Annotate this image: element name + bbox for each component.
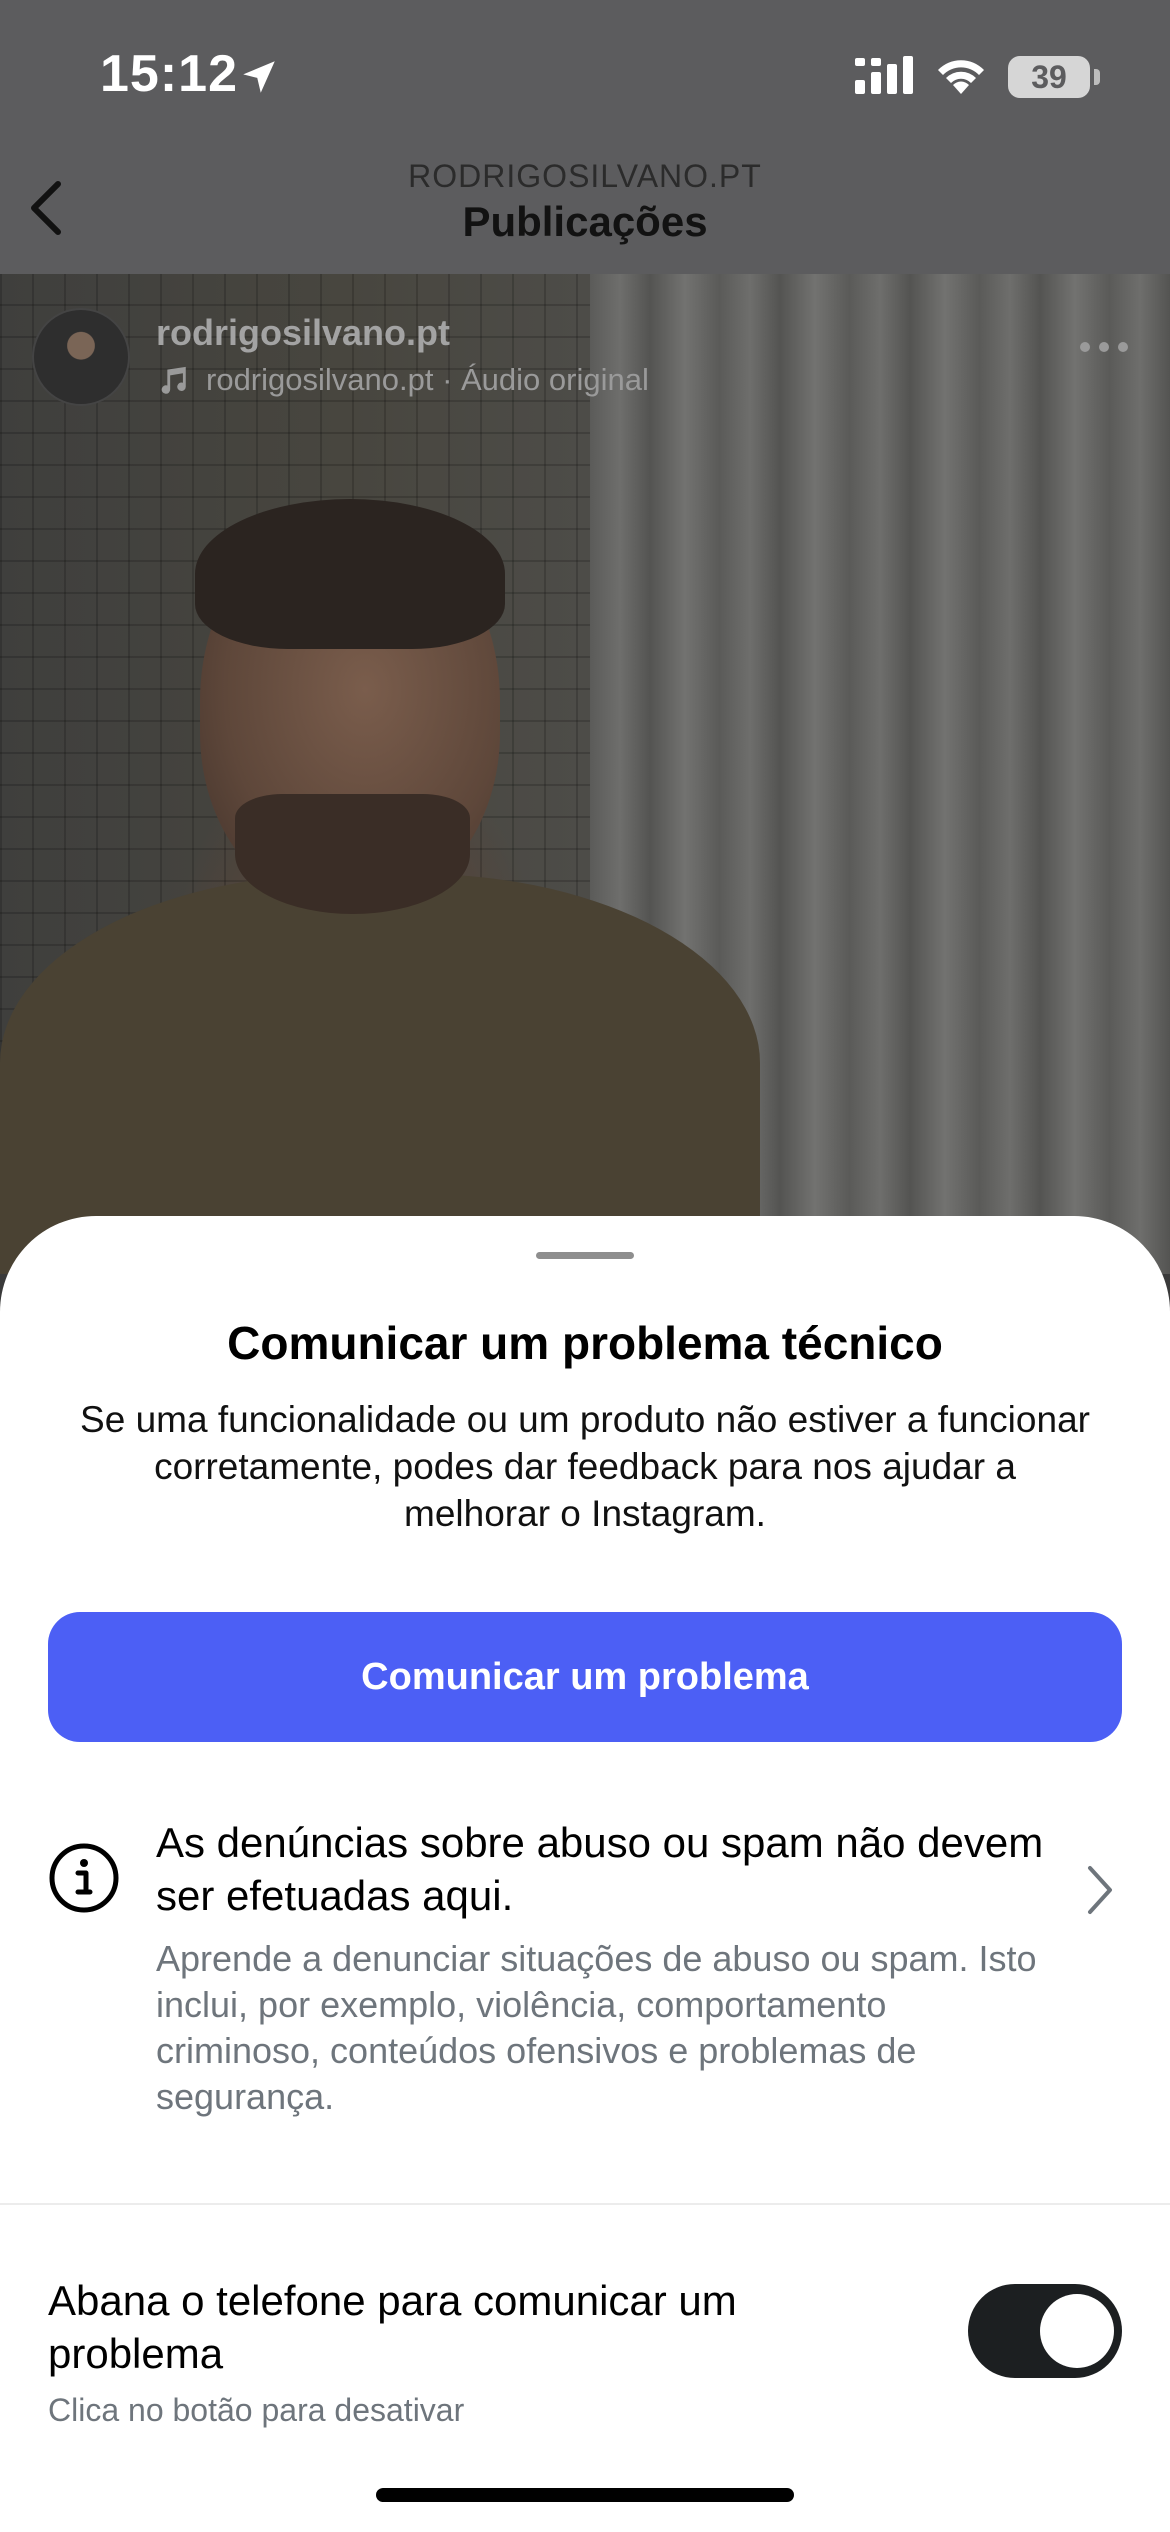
person-shirt: [0, 874, 760, 1274]
post-audio-label[interactable]: rodrigosilvano.pt · Áudio original: [206, 362, 649, 398]
music-note-icon: [161, 366, 186, 394]
shake-to-report-toggle[interactable]: [968, 2284, 1122, 2378]
info-title: As denúncias sobre abuso ou spam não dev…: [156, 1819, 1044, 1919]
divider: [0, 2203, 1170, 2205]
nav-subtitle: RODRIGOSILVANO.PT: [408, 158, 762, 194]
wifi-icon: [938, 60, 984, 94]
post-author-name[interactable]: rodrigosilvano.pt: [156, 312, 450, 354]
toggle-knob: [1040, 2294, 1114, 2368]
shake-to-report-label: Abana o telefone para comunicar um probl…: [48, 2277, 737, 2377]
abuse-spam-info-row[interactable]: As denúncias sobre abuso ou spam não dev…: [0, 1816, 1170, 2146]
location-arrow-icon: [243, 61, 275, 93]
battery-nub: [1094, 69, 1100, 85]
person-hair: [195, 499, 505, 649]
info-icon: [49, 1843, 119, 1913]
sheet-title: Comunicar um problema técnico: [227, 1317, 943, 1369]
info-description: Aprende a denunciar situações de abuso o…: [156, 1938, 1037, 2117]
signal-icon: [855, 56, 913, 94]
person-beard: [235, 794, 470, 914]
chevron-right-icon: [1088, 1866, 1112, 1914]
page-title: Publicações: [462, 198, 708, 245]
nav-bar: RODRIGOSILVANO.PT Publicações: [0, 140, 1170, 274]
report-problem-button[interactable]: Comunicar um problema: [48, 1612, 1122, 1742]
status-time: 15:12: [100, 45, 238, 103]
battery-icon: 39: [1008, 56, 1090, 98]
more-options-icon[interactable]: [1078, 340, 1130, 354]
sheet-grabber[interactable]: [536, 1252, 634, 1259]
status-bar: 15:12 39: [0, 0, 1170, 140]
post-media[interactable]: [0, 274, 1170, 1274]
report-problem-sheet: Comunicar um problema técnico Se uma fun…: [0, 1216, 1170, 2532]
home-indicator: [376, 2488, 794, 2502]
avatar[interactable]: [32, 308, 130, 406]
sheet-description: Se uma funcionalidade ou um produto não …: [80, 1399, 1090, 1534]
shake-to-report-hint: Clica no botão para desativar: [48, 2392, 465, 2428]
battery-level: 39: [1031, 59, 1067, 95]
